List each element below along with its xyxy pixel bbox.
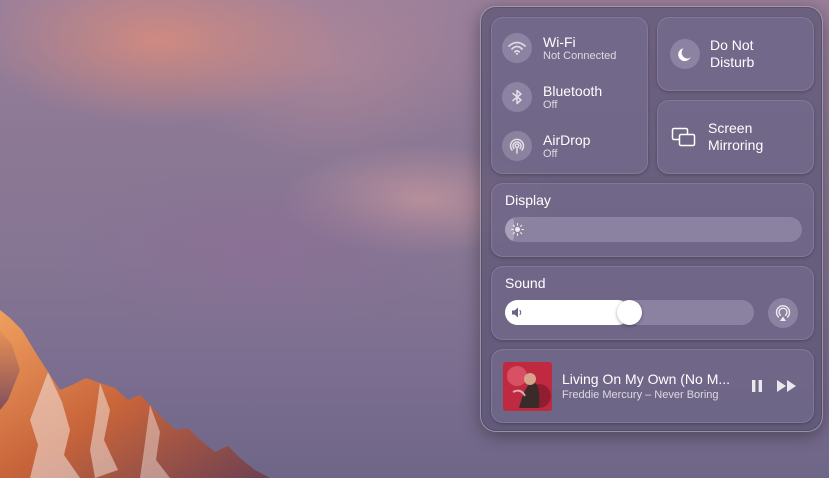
album-artwork[interactable] [503,362,552,411]
screen-mirroring-tile[interactable]: Screen Mirroring [657,100,814,174]
now-playing-module: Living On My Own (No M... Freddie Mercur… [491,349,814,423]
brightness-slider[interactable] [505,217,802,242]
screen-mirroring-label: Screen Mirroring [708,120,763,154]
bluetooth-status: Off [543,98,558,111]
dnd-label-line2: Disturb [710,54,755,70]
sun-icon [511,223,524,241]
mirroring-label-line1: Screen [708,120,753,136]
wifi-icon [502,33,532,63]
bluetooth-icon [502,82,532,112]
airdrop-status: Off [543,147,558,160]
sound-module: Sound [491,266,814,340]
volume-slider-knob[interactable] [617,300,642,325]
airdrop-icon [502,131,532,161]
network-module: Wi-Fi Not Connected Bluetooth Off AirDro… [491,17,648,174]
fast-forward-button[interactable] [774,375,800,397]
dnd-label-line1: Do Not [710,37,754,53]
sound-title: Sound [505,275,546,291]
bluetooth-toggle[interactable]: Bluetooth Off [502,77,647,117]
pause-icon [751,379,763,393]
mirroring-label-line2: Mirroring [708,137,764,153]
fast-forward-icon [776,379,798,393]
do-not-disturb-tile[interactable]: Do Not Disturb [657,17,814,91]
moon-icon [670,39,700,69]
screen-mirroring-icon [670,123,698,151]
wifi-toggle[interactable]: Wi-Fi Not Connected [502,28,647,68]
speaker-icon [511,306,525,324]
do-not-disturb-label: Do Not Disturb [710,37,754,71]
display-title: Display [505,192,551,208]
bluetooth-title: Bluetooth [543,82,603,99]
airplay-audio-icon [774,304,792,322]
airplay-audio-button[interactable] [768,298,798,328]
airdrop-title: AirDrop [543,131,591,148]
pause-button[interactable] [746,375,768,397]
wifi-title: Wi-Fi [543,33,576,50]
display-module: Display [491,183,814,257]
airdrop-toggle[interactable]: AirDrop Off [502,126,647,166]
control-center-panel: Wi-Fi Not Connected Bluetooth Off AirDro… [480,6,823,432]
track-title: Living On My Own (No M... [562,371,731,387]
wifi-status: Not Connected [543,49,617,62]
track-artist-album: Freddie Mercury – Never Boring [562,389,719,401]
volume-slider[interactable] [505,300,754,325]
